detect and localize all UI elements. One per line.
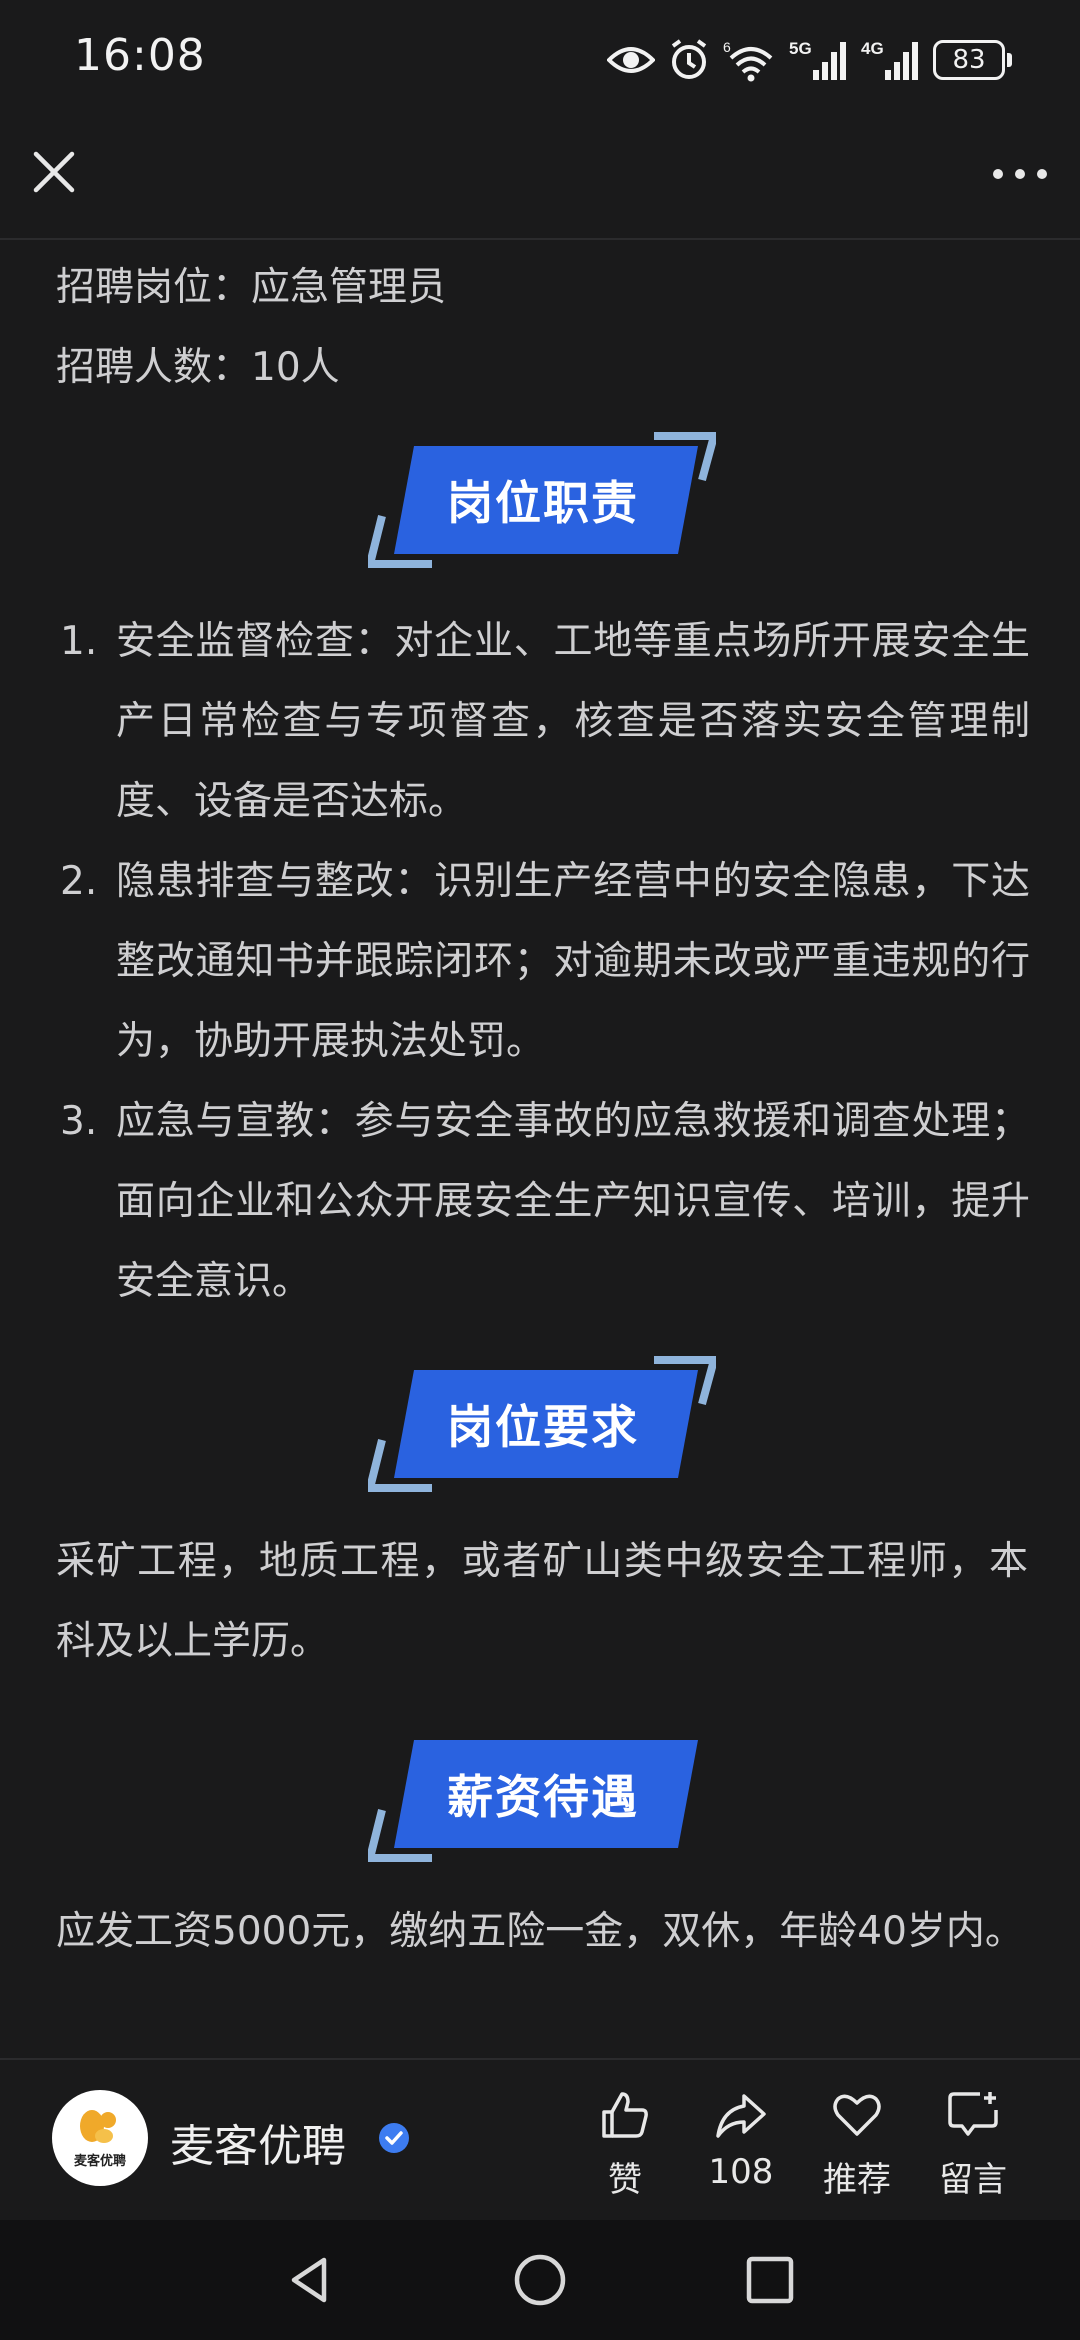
list-text: 应急与宣教：参与安全事故的应急救援和调查处理；面向企业和公众开展安全生产知识宣传… (116, 1099, 1030, 1304)
like-label: 赞 (608, 2160, 642, 2200)
author-name[interactable]: 麦客优聘 (170, 2110, 346, 2174)
verified-icon (379, 2123, 409, 2153)
count-line: 招聘人数：10人 (56, 345, 340, 390)
list-text: 隐患排查与整改：识别生产经营中的安全隐患，下达整改通知书并跟踪闭环；对逾期未改或… (116, 859, 1030, 1064)
recommend-button[interactable]: 推荐 (812, 2088, 902, 2201)
logo-icon (80, 2110, 116, 2143)
section-header-requirements: 岗位要求 (368, 1356, 716, 1492)
action-bar: 麦客优聘 麦客优聘 赞 108 推荐 留言 (0, 2058, 1080, 2220)
recommend-label: 推荐 (823, 2160, 891, 2200)
battery-tip (1007, 53, 1012, 67)
signal-4g-icon: 4G (861, 39, 918, 80)
position-line: 招聘岗位：应急管理员 (56, 265, 447, 310)
close-icon[interactable] (28, 146, 80, 198)
recent-apps-icon[interactable] (740, 2250, 800, 2310)
system-nav-bar (0, 2220, 1080, 2340)
section-title-duties: 岗位职责 (447, 476, 639, 530)
comment-label: 留言 (939, 2160, 1007, 2200)
wifi-icon: 6 (723, 39, 773, 82)
requirements-text: 采矿工程，地质工程，或者矿山类中级安全工程师，本科及以上学历。 (56, 1539, 1028, 1664)
more-icon[interactable] (988, 150, 1052, 198)
home-icon[interactable] (510, 2250, 570, 2310)
share-count: 108 (708, 2152, 774, 2192)
section-header-duties: 岗位职责 (368, 432, 716, 568)
article-content: 招聘岗位：应急管理员 招聘人数：10人 岗位职责 1. 安全监督检查：对企业、工… (0, 240, 1080, 2055)
heart-icon (833, 2094, 881, 2136)
section-header-salary: 薪资待遇 (368, 1726, 716, 1862)
battery-indicator: 83 (933, 40, 1012, 80)
back-icon[interactable] (280, 2250, 340, 2310)
status-icons: 6 5G 4G 83 (607, 34, 1012, 86)
like-button[interactable]: 赞 (580, 2088, 670, 2201)
top-bar (0, 120, 1080, 240)
eye-icon (607, 47, 655, 73)
list-number: 3. (60, 1099, 98, 1144)
share-icon (716, 2094, 766, 2138)
section-title-requirements: 岗位要求 (447, 1400, 639, 1454)
avatar[interactable]: 麦客优聘 (52, 2090, 148, 2186)
avatar-text: 麦客优聘 (73, 2154, 126, 2169)
signal-5g-icon: 5G (789, 39, 846, 80)
list-text: 安全监督检查：对企业、工地等重点场所开展安全生产日常检查与专项督查，核查是否落实… (116, 619, 1030, 824)
svg-text:6: 6 (723, 39, 731, 55)
status-bar: 16:08 6 5G 4G 83 (0, 0, 1080, 120)
list-number: 2. (60, 859, 98, 904)
section-title-salary: 薪资待遇 (447, 1770, 639, 1824)
comment-add-icon (948, 2092, 998, 2136)
thumbs-up-icon (602, 2092, 648, 2138)
svg-text:5G: 5G (789, 39, 812, 58)
comment-button[interactable]: 留言 (928, 2088, 1018, 2201)
alarm-icon (671, 39, 707, 79)
salary-text: 应发工资5000元，缴纳五险一金，双休，年龄40岁内。 (56, 1909, 1024, 1954)
svg-text:4G: 4G (861, 39, 884, 58)
list-number: 1. (60, 619, 98, 664)
share-button[interactable]: 108 (696, 2088, 786, 2192)
battery-level: 83 (933, 40, 1005, 80)
status-time: 16:08 (74, 30, 206, 81)
